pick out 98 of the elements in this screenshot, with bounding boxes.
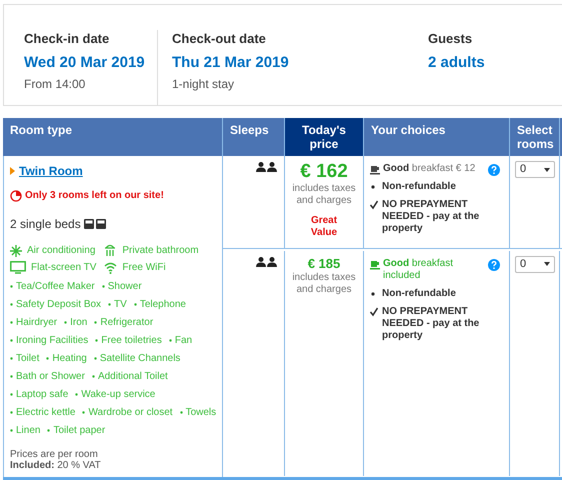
wifi-icon: [104, 262, 118, 274]
coffee-cup-icon: [370, 164, 380, 175]
condition-text: Non-refundable: [382, 288, 456, 300]
field-value[interactable]: Wed 20 Mar 2019: [24, 51, 157, 75]
checkmark-icon: [370, 199, 378, 211]
breakfast-info: Good breakfast € 12: [383, 163, 476, 175]
bullet-icon: [46, 357, 50, 360]
bullet-icon: [10, 285, 13, 288]
checkmark-icon: [370, 306, 378, 318]
bullet-icon: [134, 303, 137, 306]
vat-note: Included: 20 % VAT: [10, 460, 102, 471]
amenity-item: Electric kettle: [16, 406, 76, 419]
bullet-icon: [92, 375, 95, 378]
amenity-item: Toilet paper: [53, 424, 106, 437]
two-persons-icon: [256, 256, 278, 266]
bullet-icon: [108, 303, 112, 306]
amenity-item: Safety Deposit Box: [16, 298, 102, 311]
amenity-item: Refrigerator: [100, 316, 154, 329]
room-count-select[interactable]: 0: [515, 256, 555, 272]
price: € 185: [308, 256, 340, 272]
price-note: includes taxes and charges: [291, 183, 357, 207]
amenity-label: Free WiFi: [122, 261, 166, 275]
amenity-item: Bath or Shower: [16, 370, 85, 383]
tv-icon: [10, 261, 26, 274]
field-label: Guests: [428, 30, 474, 48]
amenity-item: Free toiletries: [101, 334, 162, 347]
room-count-select[interactable]: 0: [515, 161, 555, 178]
bullet-icon: [95, 339, 98, 342]
bullet-icon: [10, 303, 13, 306]
column-header: Sleeps: [230, 123, 270, 137]
bullet-icon: [168, 339, 172, 342]
amenity-item: Ironing Facilities: [16, 334, 88, 347]
price: € 162: [300, 161, 348, 183]
breakfast-info: Good breakfast included: [383, 258, 454, 282]
dropdown-arrow-icon: [544, 262, 550, 266]
amenity-item: Wardrobe or closet: [88, 406, 173, 419]
condition-text: Non-refundable: [382, 181, 456, 193]
field-value[interactable]: Thu 21 Mar 2019: [172, 51, 428, 75]
amenity-item: Fan: [174, 334, 192, 347]
field-value[interactable]: 2 adults: [428, 51, 548, 75]
bullet-icon: [10, 321, 13, 324]
amenity-item: Laptop safe: [16, 388, 68, 401]
field-note: 1-night stay: [172, 76, 236, 93]
amenity-item: Towels: [186, 406, 216, 419]
price-footnote: Prices are per room: [10, 449, 99, 460]
bullet-icon: [180, 411, 183, 414]
amenity-label: Private bathroom: [122, 244, 199, 258]
column-header: Today's price: [301, 123, 347, 151]
amenity-item: Telephone: [140, 298, 186, 311]
clock-icon: [10, 190, 22, 202]
column-header: Select rooms: [517, 123, 552, 151]
bullet-icon: [47, 429, 50, 432]
amenity-item: TV: [114, 298, 127, 311]
amenity-item: Wake-up service: [81, 388, 156, 401]
field-label: Check-out date: [172, 30, 267, 48]
room-name-link[interactable]: Twin Room: [19, 162, 83, 180]
value-label: Great Value: [310, 215, 338, 239]
help-icon: [488, 164, 500, 176]
shower-icon: [104, 244, 118, 257]
caret-icon: [10, 167, 15, 175]
scarcity-text: Only 3 rooms left on our site!: [25, 189, 164, 203]
bullet-icon: [94, 357, 97, 360]
column-header: Your choices: [371, 123, 446, 137]
bed-info: 2 single beds: [10, 216, 81, 233]
coffee-cup-icon: [370, 258, 380, 270]
bullet-icon: [10, 357, 13, 360]
bullet-icon: [94, 321, 98, 324]
snowflake-icon: [10, 244, 22, 256]
bullet-icon: [75, 393, 78, 396]
price-note: includes taxes and charges: [291, 272, 357, 296]
amenity-label: Air conditioning: [27, 244, 96, 258]
dropdown-arrow-icon: [544, 168, 550, 172]
column-header: Room type: [10, 123, 74, 137]
bullet-icon: [10, 429, 13, 432]
field-note: From 14:00: [24, 76, 86, 93]
amenity-item: Heating: [52, 352, 87, 365]
condition-text: NO PREPAYMENT NEEDED - pay at the property: [382, 199, 480, 235]
bullet-icon: [82, 411, 86, 414]
two-persons-icon: [256, 162, 278, 172]
bullet-icon: [10, 339, 13, 342]
help-icon: [488, 258, 500, 270]
amenity-item: Satellite Channels: [100, 352, 180, 365]
amenity-item: Iron: [70, 316, 88, 329]
amenity-label: Flat-screen TV: [31, 261, 96, 275]
amenity-item: Linen: [16, 424, 40, 437]
beds-icon: [84, 219, 106, 229]
amenity-item: Hairdryer: [16, 316, 58, 329]
amenity-item: Tea/Coffee Maker: [16, 280, 95, 293]
bullet-icon: [10, 393, 13, 396]
condition-text: NO PREPAYMENT NEEDED - pay at the property: [382, 306, 480, 342]
field-label: Check-in date: [24, 30, 110, 48]
bullet-icon: [64, 321, 68, 324]
amenity-item: Shower: [108, 280, 142, 293]
amenity-item: Additional Toilet: [98, 370, 168, 383]
amenity-item: Toilet: [16, 352, 40, 365]
bullet-icon: [102, 285, 105, 288]
bullet-icon: [10, 375, 13, 378]
bullet-icon: [10, 411, 13, 414]
